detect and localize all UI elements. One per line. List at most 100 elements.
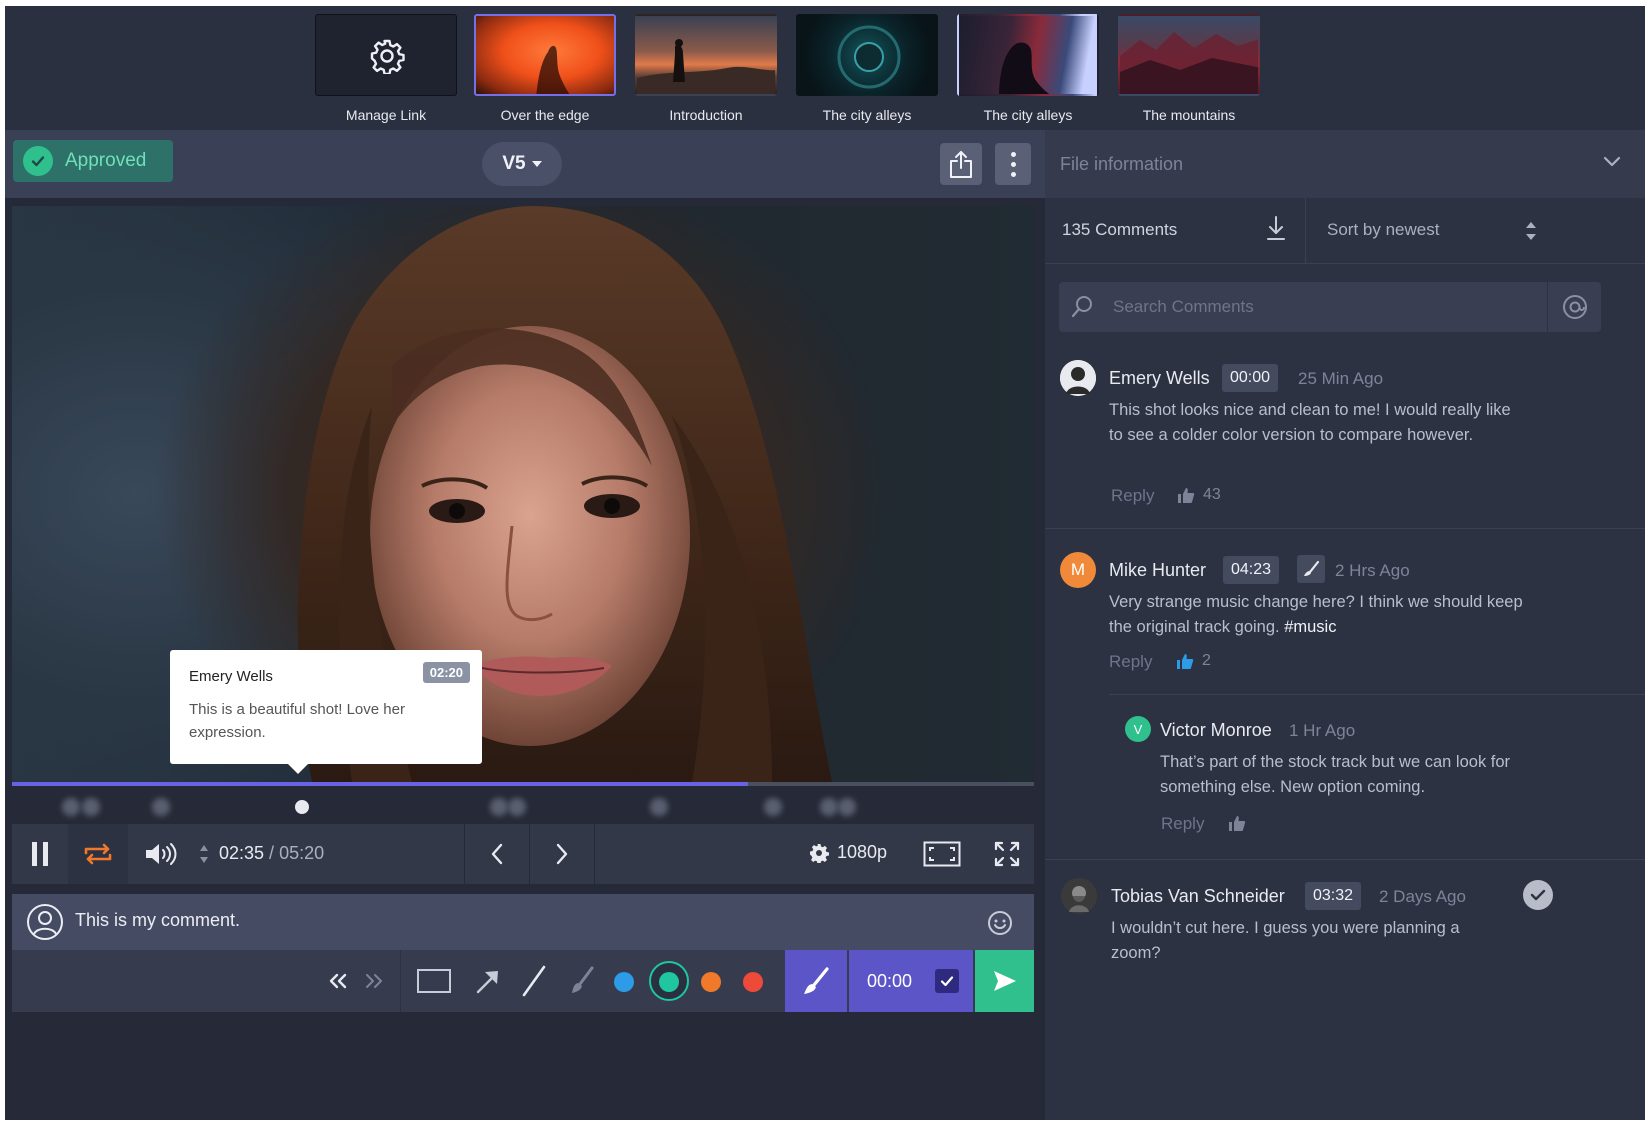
- comment-marker[interactable]: [764, 798, 782, 816]
- loop-button[interactable]: [68, 824, 128, 884]
- comment-marker[interactable]: [152, 798, 170, 816]
- sort-dropdown[interactable]: Sort by newest: [1327, 220, 1439, 240]
- dot: [1010, 151, 1016, 157]
- download-icon[interactable]: [1266, 215, 1286, 241]
- hashtag-link[interactable]: #music: [1284, 618, 1336, 636]
- divider: [1109, 694, 1645, 695]
- time-stepper[interactable]: [196, 824, 212, 884]
- comment-timestamp[interactable]: 04:23: [1223, 556, 1280, 584]
- comment-marker[interactable]: [820, 798, 838, 816]
- like-button[interactable]: 43: [1177, 486, 1221, 504]
- comment-marker-active[interactable]: [293, 798, 311, 816]
- like-count: 43: [1203, 486, 1221, 503]
- thumbnail-city-alleys-2[interactable]: The city alleys: [957, 14, 1099, 124]
- quality-label: 1080p: [837, 842, 888, 862]
- like-button[interactable]: [1228, 814, 1246, 832]
- video-still: [12, 206, 1034, 782]
- thumbnail-caption: Manage Link: [345, 107, 427, 123]
- more-options-button[interactable]: [995, 143, 1031, 185]
- volume-button[interactable]: [140, 824, 184, 884]
- aspect-ratio-button[interactable]: [917, 824, 967, 884]
- color-swatch-teal[interactable]: [659, 972, 679, 992]
- comment-timestamp[interactable]: 00:00: [1222, 364, 1279, 392]
- annotation-badge[interactable]: [1297, 555, 1325, 583]
- timestamp-toggle[interactable]: 00:00: [849, 950, 973, 1012]
- file-information-label: File information: [1060, 154, 1184, 174]
- emoji-icon[interactable]: [987, 910, 1013, 936]
- comment-text: I wouldn’t cut here. I guess you were pl…: [1111, 919, 1460, 962]
- resolve-button[interactable]: [1523, 880, 1553, 910]
- comment-marker[interactable]: [838, 798, 856, 816]
- comment-count: 135 Comments: [1062, 220, 1178, 239]
- approved-label: Approved: [65, 150, 147, 171]
- fullscreen-button[interactable]: [982, 824, 1032, 884]
- double-chevron-left-icon: [329, 973, 347, 989]
- timestamp-checkbox[interactable]: [935, 969, 959, 993]
- comment-timestamp[interactable]: 03:32: [1305, 882, 1362, 910]
- like-button[interactable]: 2: [1176, 652, 1211, 670]
- tooltip-timestamp[interactable]: 02:20: [422, 662, 470, 683]
- comment-composer[interactable]: This is my comment.: [12, 894, 1034, 950]
- comment-marker[interactable]: [490, 798, 508, 816]
- video-frame[interactable]: [12, 206, 1034, 782]
- previous-frame-button[interactable]: [465, 824, 529, 884]
- caret-down-icon: [531, 161, 542, 167]
- comment-input[interactable]: This is my comment.: [75, 910, 240, 931]
- version-dropdown[interactable]: V5: [482, 142, 562, 186]
- chevron-left-icon: [491, 843, 503, 865]
- draw-mode-button[interactable]: [785, 950, 847, 1012]
- fullscreen-icon: [994, 841, 1020, 867]
- thumbnail-image: [635, 14, 777, 96]
- reply-button[interactable]: Reply: [1161, 814, 1204, 834]
- comment-marker[interactable]: [82, 798, 100, 816]
- gear-icon: [370, 39, 405, 74]
- send-icon: [993, 971, 1016, 991]
- comment-marker[interactable]: [62, 798, 80, 816]
- file-information-header[interactable]: File information: [1045, 130, 1645, 198]
- line-icon: [522, 965, 546, 997]
- sort-arrows-icon[interactable]: [1525, 218, 1537, 244]
- redo-button[interactable]: [356, 950, 392, 1012]
- manage-link-thumbnail[interactable]: Manage Link: [315, 14, 457, 124]
- pen-tool[interactable]: [562, 950, 602, 1012]
- thumbnail-over-the-edge[interactable]: Over the edge: [474, 14, 616, 124]
- share-button[interactable]: [940, 143, 982, 185]
- thumbnail-the-mountains[interactable]: The mountains: [1118, 14, 1260, 124]
- comment-marker[interactable]: [650, 798, 668, 816]
- arrow-icon: [476, 971, 498, 994]
- next-frame-button[interactable]: [530, 824, 594, 884]
- comment-author: Victor Monroe: [1160, 720, 1272, 740]
- color-swatch-red[interactable]: [743, 972, 763, 992]
- rectangle-tool[interactable]: [412, 950, 456, 1012]
- divider: [1045, 859, 1645, 860]
- comments-toolbar: 135 Comments Sort by newest: [1045, 198, 1645, 264]
- line-tool[interactable]: [514, 950, 554, 1012]
- asset-strip: Manage Link Over the edge Introduction T…: [5, 6, 1645, 130]
- comment-author: Tobias Van Schneider: [1111, 886, 1285, 906]
- undo-button[interactable]: [320, 950, 356, 1012]
- thumbnail-introduction[interactable]: Introduction: [635, 14, 777, 124]
- comment-marker[interactable]: [508, 798, 526, 816]
- send-comment-button[interactable]: [975, 950, 1034, 1012]
- pause-button[interactable]: [12, 824, 68, 884]
- search-comments-input[interactable]: Search Comments: [1059, 282, 1547, 332]
- mention-button[interactable]: [1547, 282, 1601, 332]
- thumbs-up-icon: [1178, 488, 1195, 503]
- thumbnail-city-alleys-1[interactable]: The city alleys: [796, 14, 938, 124]
- check-icon: [1530, 889, 1546, 901]
- reply-button[interactable]: Reply: [1109, 652, 1152, 672]
- avatar: M: [1060, 552, 1096, 588]
- color-swatch-orange[interactable]: [701, 972, 721, 992]
- comment-age: 25 Min Ago: [1298, 369, 1384, 388]
- check-icon: [940, 976, 954, 987]
- arrow-tool[interactable]: [468, 950, 508, 1012]
- quality-selector[interactable]: 1080p: [809, 842, 887, 863]
- updown-arrows-icon: [200, 845, 208, 863]
- approved-status-button[interactable]: Approved: [13, 140, 173, 182]
- frame-icon: [923, 841, 961, 867]
- search-icon: [1071, 296, 1092, 318]
- reply-button[interactable]: Reply: [1111, 486, 1154, 506]
- annotation-toolbar: 00:00: [12, 950, 1034, 1012]
- rectangle-icon: [417, 969, 451, 993]
- color-swatch-blue[interactable]: [614, 972, 634, 992]
